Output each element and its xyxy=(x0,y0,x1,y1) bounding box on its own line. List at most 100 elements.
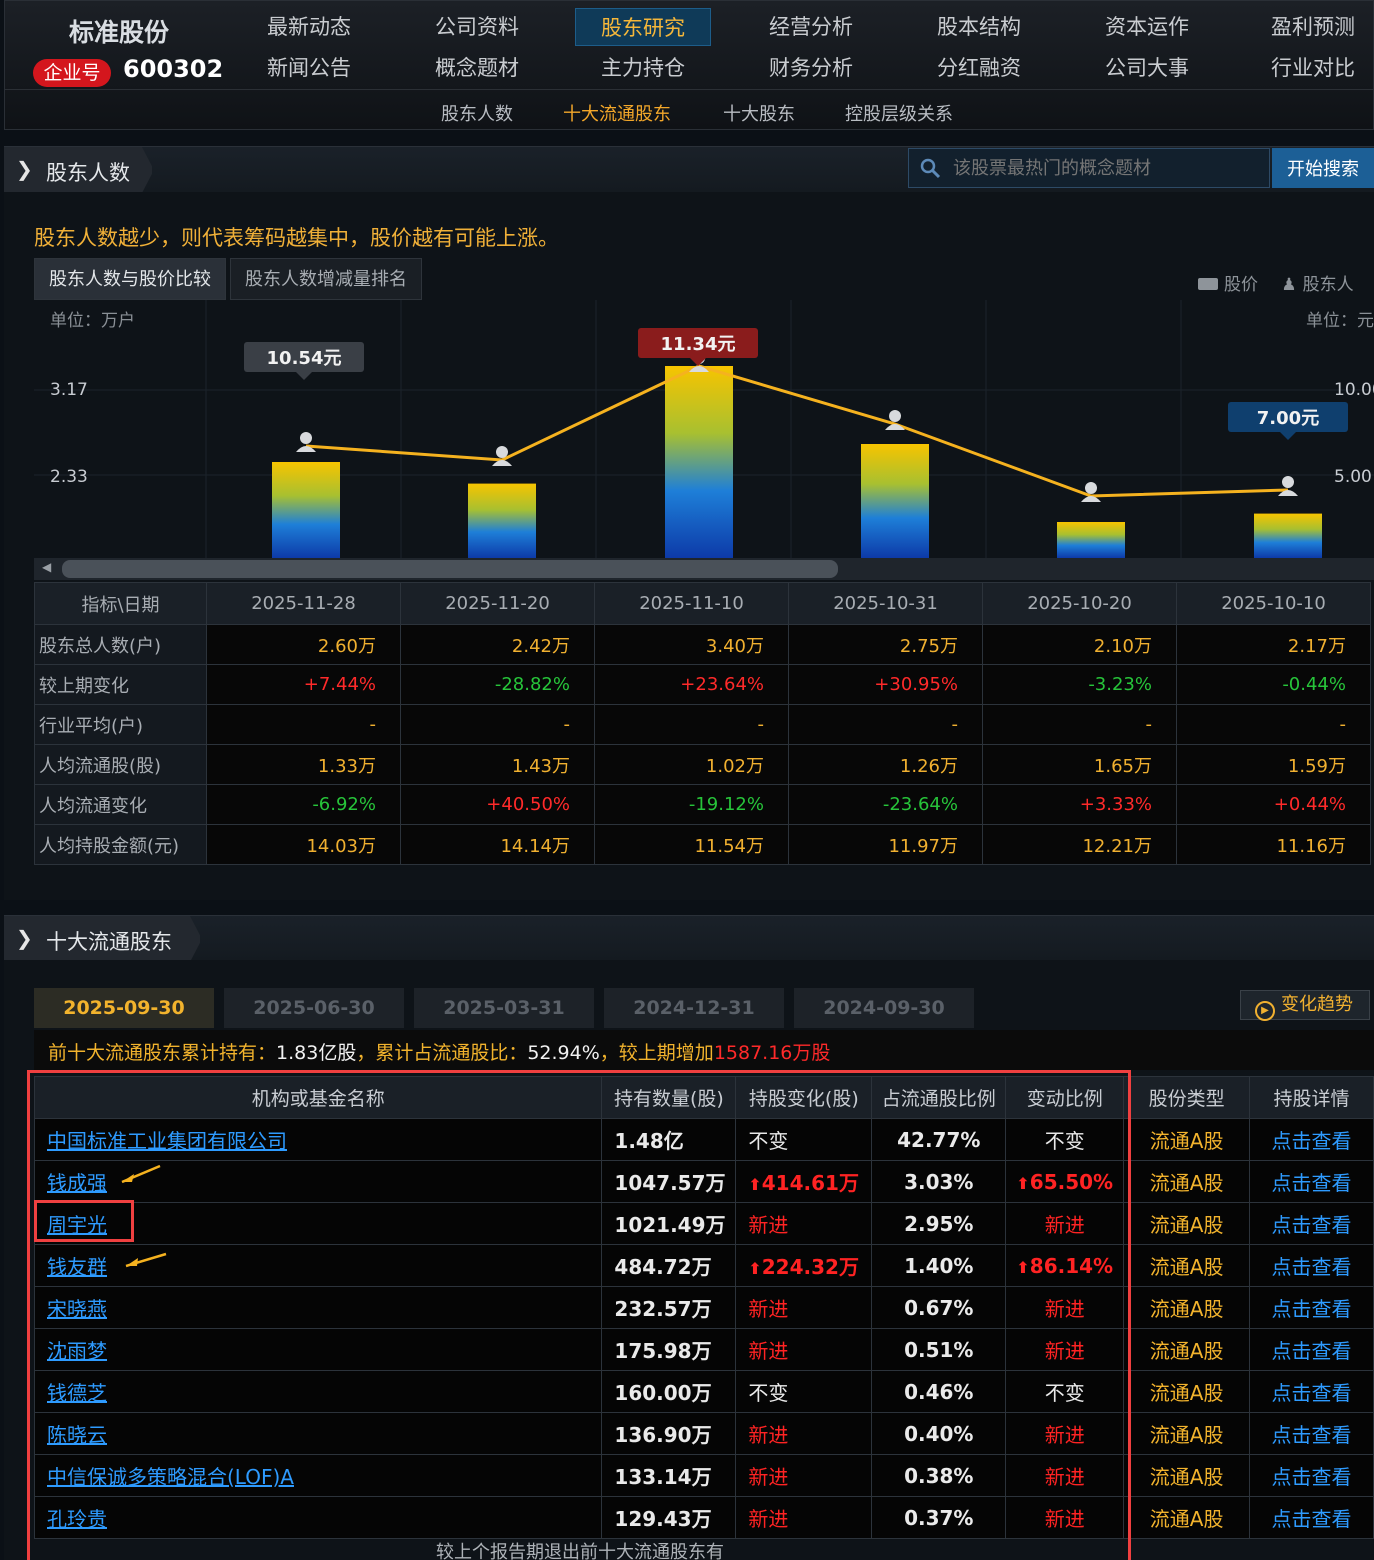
nav-item[interactable]: 公司资料 xyxy=(409,8,545,46)
table-cell: 2.17万 xyxy=(1176,624,1371,665)
detail-link[interactable]: 点击查看 xyxy=(1249,1328,1374,1371)
share-type: 流通A股 xyxy=(1123,1244,1251,1287)
share-type: 流通A股 xyxy=(1123,1286,1251,1329)
table-cell: - xyxy=(206,704,401,745)
holder-marker xyxy=(1085,482,1097,494)
table-cell: +23.64% xyxy=(594,664,789,705)
table-cell: 1.59万 xyxy=(1176,744,1371,785)
play-icon: ▶ xyxy=(1255,1001,1275,1021)
row-label: 人均流通变化 xyxy=(34,784,207,825)
detail-link[interactable]: 点击查看 xyxy=(1249,1496,1374,1539)
search-button[interactable]: 开始搜索 xyxy=(1272,148,1374,188)
subnav-item[interactable]: 十大流通股东 xyxy=(563,100,671,126)
detail-link[interactable]: 点击查看 xyxy=(1249,1286,1374,1329)
price-label: 11.34元 xyxy=(661,334,736,355)
holders-tip: 股东人数越少，则代表筹码越集中，股价越有可能上涨。 xyxy=(34,226,559,250)
table-row: 股东总人数(户) 2.60万 2.42万 3.40万 2.75万 2.10万 2.17万 xyxy=(34,624,1371,665)
tab-holders-vs-price[interactable]: 股东人数与股价比较 xyxy=(34,258,226,300)
table-cell: -23.64% xyxy=(788,784,983,825)
tab-report-date[interactable]: 2025-09-30 xyxy=(34,988,214,1028)
enterprise-badge[interactable]: 企业号 xyxy=(33,59,111,87)
subnav-item[interactable]: 控股层级关系 xyxy=(845,100,953,126)
tab-report-date[interactable]: 2025-06-30 xyxy=(224,988,404,1028)
table-cell: 2.10万 xyxy=(982,624,1177,665)
app-root: 标准股份 企业号 600302 最新动态 新闻公告 公司资料 概念题材 股东研究 主力持仓… xyxy=(0,0,1374,1560)
tab-report-date[interactable]: 2024-09-30 xyxy=(794,988,974,1028)
left-tick: 3.17 xyxy=(50,380,88,400)
detail-link[interactable]: 点击查看 xyxy=(1249,1118,1374,1161)
nav-item[interactable]: 股东研究 xyxy=(575,8,711,46)
scroll-thumb[interactable] xyxy=(62,560,838,578)
detail-link[interactable]: 点击查看 xyxy=(1249,1160,1374,1203)
section-tab: ❯ 十大流通股东 xyxy=(4,916,200,962)
detail-link[interactable]: 点击查看 xyxy=(1249,1412,1374,1455)
nav-item[interactable]: 股本结构 xyxy=(911,8,1047,46)
table-row: 行业平均(户) - - - - - - xyxy=(34,704,1371,745)
row-label: 较上期变化 xyxy=(34,664,207,705)
table-cell: -6.92% xyxy=(206,784,401,825)
arrow-annotation-icon xyxy=(121,1164,161,1184)
table-row: 较上期变化 +7.44% -28.82% +23.64% +30.95% -3.23% -0… xyxy=(34,664,1371,705)
table-cell: 1.43万 xyxy=(400,744,595,785)
table-header-date: 2025-11-28 xyxy=(206,582,401,625)
scroll-left-icon[interactable]: ◀ xyxy=(42,560,51,574)
nav-item[interactable]: 盈利预测 xyxy=(1245,8,1374,46)
table-header-date: 2025-10-31 xyxy=(788,582,983,625)
tab-report-date[interactable]: 2025-03-31 xyxy=(414,988,594,1028)
table-cell: 1.33万 xyxy=(206,744,401,785)
subnav-item[interactable]: 十大股东 xyxy=(723,100,795,126)
detail-link[interactable]: 点击查看 xyxy=(1249,1370,1374,1413)
table-cell: 1.65万 xyxy=(982,744,1177,785)
table-cell: 2.75万 xyxy=(788,624,983,665)
chevron-right-icon: ❯ xyxy=(16,157,33,181)
nav-item[interactable]: 资本运作 xyxy=(1079,8,1215,46)
search-input[interactable] xyxy=(953,149,1263,187)
table-cell: - xyxy=(982,704,1177,745)
table-cell: 14.14万 xyxy=(400,824,595,865)
table-cell: -28.82% xyxy=(400,664,595,705)
right-unit: 单位：元 xyxy=(1306,311,1374,331)
detail-link[interactable]: 点击查看 xyxy=(1249,1202,1374,1245)
nav-item[interactable]: 行业对比 xyxy=(1245,49,1374,87)
table-cell: -0.44% xyxy=(1176,664,1371,705)
arrow-annotation-icon xyxy=(125,1252,167,1268)
summary-holdings: 1.83亿股 xyxy=(276,1042,357,1064)
chevron-right-icon: ❯ xyxy=(16,926,33,950)
tab-report-date[interactable]: 2024-12-31 xyxy=(604,988,784,1028)
change-trend-button[interactable]: ▶ 变化趋势 xyxy=(1240,990,1370,1021)
nav-item[interactable]: 财务分析 xyxy=(743,49,879,87)
nav-item[interactable]: 主力持仓 xyxy=(575,49,711,87)
table-cell: 2.42万 xyxy=(400,624,595,665)
chart-bar xyxy=(665,366,733,558)
share-type: 流通A股 xyxy=(1123,1118,1251,1161)
summary-ratio: 52.94% xyxy=(527,1042,600,1064)
table-cell: +7.44% xyxy=(206,664,401,705)
chart-scrollbar[interactable]: ◀ xyxy=(34,558,1374,580)
subnav-item[interactable]: 股东人数 xyxy=(441,100,513,126)
nav-item[interactable]: 公司大事 xyxy=(1079,49,1215,87)
nav-item[interactable]: 最新动态 xyxy=(241,8,377,46)
legend-price[interactable]: 股价 xyxy=(1224,275,1258,295)
section-title: 股东人数 xyxy=(46,161,130,185)
stock-identity: 标准股份 企业号 600302 xyxy=(11,5,231,91)
table-cell: - xyxy=(594,704,789,745)
stock-name: 标准股份 xyxy=(69,18,170,47)
table-row: 人均流通变化 -6.92% +40.50% -19.12% -23.64% +3.33% +… xyxy=(34,784,1371,825)
nav-item[interactable]: 新闻公告 xyxy=(241,49,377,87)
table-header-date: 2025-10-20 xyxy=(982,582,1177,625)
table-cell: - xyxy=(400,704,595,745)
chart-bar xyxy=(1057,522,1125,558)
tab-holders-ranking[interactable]: 股东人数增减量排名 xyxy=(230,258,422,300)
section-tab: ❯ 股东人数 xyxy=(4,147,152,193)
nav-item[interactable]: 概念题材 xyxy=(409,49,545,87)
table-cell: +3.33% xyxy=(982,784,1177,825)
nav-item[interactable]: 经营分析 xyxy=(743,8,879,46)
price-label-pointer xyxy=(1280,432,1296,440)
chart-bar xyxy=(861,444,929,558)
share-type: 流通A股 xyxy=(1123,1412,1251,1455)
nav-item[interactable]: 分红融资 xyxy=(911,49,1047,87)
detail-link[interactable]: 点击查看 xyxy=(1249,1454,1374,1497)
holder-marker xyxy=(889,410,901,422)
legend-holders[interactable]: 股东人 xyxy=(1303,275,1354,295)
detail-link[interactable]: 点击查看 xyxy=(1249,1244,1374,1287)
